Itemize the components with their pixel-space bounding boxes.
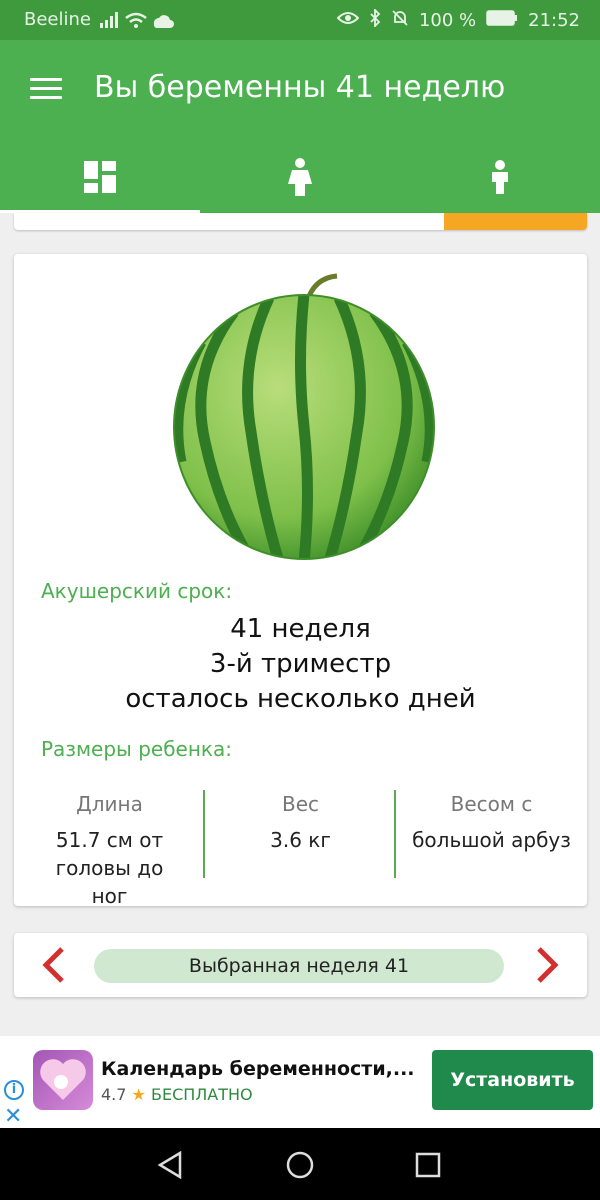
info-icon[interactable]: i [4,1080,24,1100]
compare-value: большой арбуз [412,828,571,852]
mute-bell-icon [391,9,409,32]
length-header: Длина [76,792,143,816]
ad-banner[interactable]: i ✕ Календарь беременности,... 4.7 ★ БЕС… [0,1036,600,1129]
weight-header: Вес [281,792,320,816]
ad-rating: 4.7 [101,1085,127,1104]
sizes-label: Размеры ребенка: [41,737,232,761]
battery-icon [486,10,518,31]
trimester: 3-й триместр [209,649,392,679]
previous-card-edge [14,213,587,230]
clock: 21:52 [528,10,580,31]
week-selector: Выбранная неделя 41 [14,933,587,997]
signal-wifi-icons [100,10,180,35]
app-toolbar: Вы беременны 41 неделю [0,40,600,213]
baby-sizes: Длина 51.7 см от головы до ног Вес 3.6 к… [14,786,587,908]
weight-value: 3.6 кг [270,828,331,852]
system-nav-bar [0,1128,600,1200]
hamburger-menu-icon[interactable] [30,78,62,102]
carrier-name: Beeline [24,9,91,30]
length-column: Длина 51.7 см от головы до ног [14,786,205,908]
close-icon[interactable]: ✕ [4,1104,22,1129]
tab-mother[interactable] [200,140,400,213]
tab-bar [0,140,600,213]
home-icon[interactable] [285,1150,315,1180]
child-icon [492,159,508,194]
ad-price: БЕСПЛАТНО [150,1085,253,1104]
grid-icon [84,160,116,193]
chevron-left-icon[interactable] [34,945,74,985]
tab-baby[interactable] [400,140,600,213]
orange-accent-bar [444,213,587,230]
week-info-card: Акушерский срок: 41 неделя 3-й триместр … [14,254,587,908]
week-number: 41 неделя [230,614,371,644]
install-button[interactable]: Установить [432,1050,593,1110]
app-icon[interactable] [33,1050,93,1110]
length-value: 51.7 см от головы до ног [55,828,164,908]
back-icon[interactable] [156,1150,186,1180]
ad-meta: 4.7 ★ БЕСПЛАТНО [101,1085,253,1104]
tab-dashboard[interactable] [0,140,200,213]
selected-week-label: Выбранная неделя 41 [94,949,504,983]
page-title: Вы беременны 41 неделю [94,70,506,105]
compare-header: Весом с [450,792,533,816]
watermelon-image [173,273,435,560]
status-bar: Beeline 100 % 21:52 [0,0,600,40]
woman-icon [288,157,312,196]
term-label: Акушерский срок: [41,579,233,603]
battery-percent: 100 % [418,10,477,31]
weight-column: Вес 3.6 кг [205,786,396,882]
chevron-right-icon[interactable] [527,945,567,985]
eye-icon [336,10,360,31]
remaining-time: осталось несколько дней [125,684,476,714]
compare-column: Весом с большой арбуз [396,786,587,882]
star-icon: ★ [131,1085,146,1104]
ad-app-name[interactable]: Календарь беременности,... [101,1058,415,1080]
recents-icon[interactable] [413,1150,443,1180]
bluetooth-icon [369,7,381,32]
